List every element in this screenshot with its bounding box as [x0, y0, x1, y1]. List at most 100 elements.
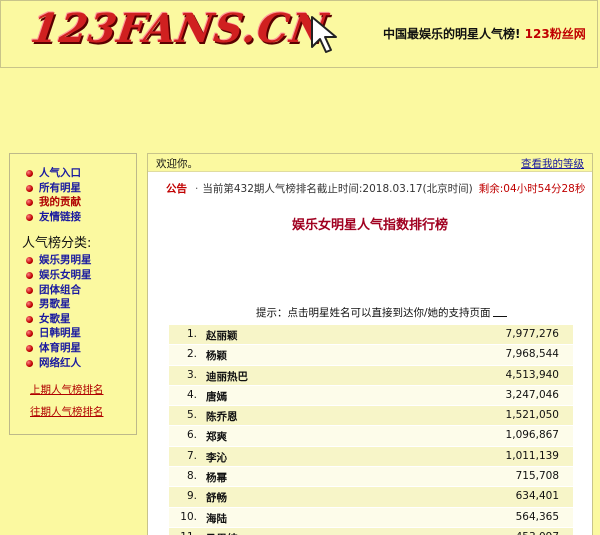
ranking-title: 娱乐女明星人气指数排行榜 — [291, 218, 448, 233]
category-label: 男歌星 — [39, 298, 71, 311]
remaining-label: 剩余: — [478, 183, 504, 195]
star-name-link[interactable]: 杨幂 — [206, 470, 227, 485]
star-name-link[interactable]: 李沁 — [206, 450, 227, 465]
table-row: 10. 海陆 564,365 — [169, 506, 573, 527]
category-item-male-singers[interactable]: 男歌星 — [24, 297, 136, 312]
vote-count: 4,513,940 — [505, 368, 559, 381]
vote-count: 564,365 — [515, 510, 559, 523]
vote-count: 453,097 — [516, 531, 559, 535]
table-row: 11. 马思纯 453,097 — [169, 526, 573, 535]
star-name-link[interactable]: 陈乔恩 — [206, 409, 238, 424]
star-name-link[interactable]: 舒畅 — [206, 490, 227, 505]
bullet-icon — [26, 359, 33, 367]
category-label: 体育明星 — [39, 341, 81, 354]
rank-number: 11. — [169, 531, 197, 535]
rank-number: 6. — [186, 429, 197, 442]
ranking-table: 1. 赵丽颖 7,977,276 2. 杨颖 7,968,544 3. 迪丽热巴 4,513,9… — [169, 324, 573, 535]
vote-count: 1,521,050 — [505, 409, 559, 422]
sidebar-item-label: 所有明星 — [39, 181, 81, 194]
category-label: 女歌星 — [39, 312, 71, 325]
ranking-hint: 提示：点击明星姓名可以直接到达你/她的支持页面 — [256, 305, 507, 320]
vote-count: 715,708 — [515, 470, 559, 483]
table-row: 8. 杨幂 715,708 — [169, 466, 573, 487]
welcome-text: 欢迎你。 — [156, 158, 198, 170]
category-label: 团体组合 — [39, 283, 81, 296]
bullet-icon — [26, 286, 33, 294]
star-name-link[interactable]: 郑爽 — [206, 429, 227, 444]
sidebar-item-friend-links[interactable]: 友情链接 — [24, 210, 136, 225]
rank-number: 3. — [186, 368, 197, 381]
category-item-female-singers[interactable]: 女歌星 — [24, 312, 136, 327]
category-label: 网络红人 — [39, 356, 81, 369]
table-row: 3. 迪丽热巴 4,513,940 — [169, 364, 573, 385]
category-item-internet-celebs[interactable]: 网络红人 — [24, 356, 136, 371]
category-item-jp-kr-stars[interactable]: 日韩明星 — [24, 326, 136, 341]
table-row: 4. 唐嫣 3,247,046 — [169, 384, 573, 406]
remaining-time: 04小时54分28秒 — [503, 183, 586, 195]
category-label: 日韩明星 — [39, 327, 81, 340]
rank-number: 10. — [180, 510, 197, 523]
star-name-link[interactable]: 杨颖 — [206, 348, 227, 363]
star-name-link[interactable]: 唐嫣 — [206, 389, 227, 404]
rank-number: 5. — [186, 409, 197, 422]
bullet-icon — [26, 315, 33, 323]
site-header: 123FANS.CN 中国最娱乐的明星人气榜! 123粉丝网 — [0, 0, 598, 68]
star-name-link[interactable]: 马思纯 — [206, 531, 238, 535]
table-row: 7. 李沁 1,011,139 — [169, 445, 573, 467]
table-row: 1. 赵丽颖 7,977,276 — [169, 324, 573, 345]
bullet-icon — [26, 213, 33, 221]
sidebar-item-my-contribution[interactable]: 我的贡献 — [24, 195, 136, 210]
category-list: 娱乐男明星 娱乐女明星 团体组合 男歌星 女歌星 日韩明星 体育明星 网络红人 — [24, 253, 136, 370]
past-rankings-link[interactable]: 往期人气榜排名 — [30, 404, 136, 419]
category-item-sports-stars[interactable]: 体育明星 — [24, 341, 136, 356]
vote-count: 3,247,046 — [505, 388, 559, 401]
bullet-icon — [26, 257, 33, 265]
bullet-icon — [26, 330, 33, 338]
star-name-link[interactable]: 海陆 — [206, 511, 227, 526]
announcement-label: 公告 — [166, 183, 187, 195]
site-slogan: 中国最娱乐的明星人气榜! 123粉丝网 — [383, 25, 586, 42]
star-name-link[interactable]: 赵丽颖 — [206, 328, 238, 343]
bullet-icon — [26, 170, 33, 177]
category-label: 娱乐女明星 — [39, 268, 92, 281]
previous-ranking-link[interactable]: 上期人气榜排名 — [30, 382, 136, 397]
rank-number: 1. — [186, 328, 197, 340]
sidebar-item-label: 友情链接 — [39, 210, 81, 223]
vote-count: 7,968,544 — [505, 348, 559, 361]
rank-number: 8. — [186, 470, 197, 483]
sidebar: 人气入口 所有明星 我的贡献 友情链接 人气榜分类: 娱乐男明星 娱乐女明星 团… — [9, 153, 137, 435]
vote-count: 1,011,139 — [505, 449, 559, 462]
slogan-brand[interactable]: 123粉丝网 — [525, 27, 586, 41]
sidebar-item-popularity-entry[interactable]: 人气入口 — [24, 166, 136, 181]
star-name-link[interactable]: 迪丽热巴 — [206, 369, 248, 384]
category-item-female-stars[interactable]: 娱乐女明星 — [24, 268, 136, 283]
rank-number: 4. — [186, 388, 197, 401]
announcement: 公告 · 当前第432期人气榜排名截止时间:2018.03.17(北京时间) 剩余:0… — [166, 181, 585, 196]
sidebar-item-all-stars[interactable]: 所有明星 — [24, 181, 136, 196]
rank-number: 7. — [186, 449, 197, 462]
rank-number: 2. — [186, 348, 197, 361]
category-item-male-stars[interactable]: 娱乐男明星 — [24, 253, 136, 268]
table-row: 9. 舒畅 634,401 — [169, 486, 573, 507]
bullet-icon — [26, 271, 33, 279]
welcome-bar: 欢迎你。 查看我的等级 — [148, 154, 592, 172]
vote-count: 1,096,867 — [505, 429, 559, 442]
table-row: 6. 郑爽 1,096,867 — [169, 425, 573, 446]
category-item-groups[interactable]: 团体组合 — [24, 283, 136, 298]
bullet-icon — [26, 344, 33, 352]
site-logo[interactable]: 123FANS.CN — [28, 5, 332, 52]
bullet-icon — [26, 184, 33, 192]
sidebar-item-label: 人气入口 — [39, 167, 81, 179]
hint-text: 提示：点击明星姓名可以直接到达你/她的支持页面 — [256, 307, 491, 319]
vote-count: 7,977,276 — [505, 328, 559, 340]
category-label: 娱乐男明星 — [39, 254, 92, 267]
slogan-text: 中国最娱乐的明星人气榜! — [383, 27, 521, 41]
category-heading: 人气榜分类: — [22, 236, 92, 252]
sidebar-nav: 人气入口 所有明星 我的贡献 友情链接 — [24, 166, 136, 224]
sidebar-item-label: 我的贡献 — [39, 196, 81, 209]
dot-icon: · — [195, 183, 199, 195]
bullet-icon — [26, 199, 33, 207]
my-level-link[interactable]: 查看我的等级 — [521, 156, 584, 171]
table-row: 5. 陈乔恩 1,521,050 — [169, 405, 573, 426]
main-panel: 欢迎你。 查看我的等级 公告 · 当前第432期人气榜排名截止时间:2018.03.… — [147, 153, 593, 535]
